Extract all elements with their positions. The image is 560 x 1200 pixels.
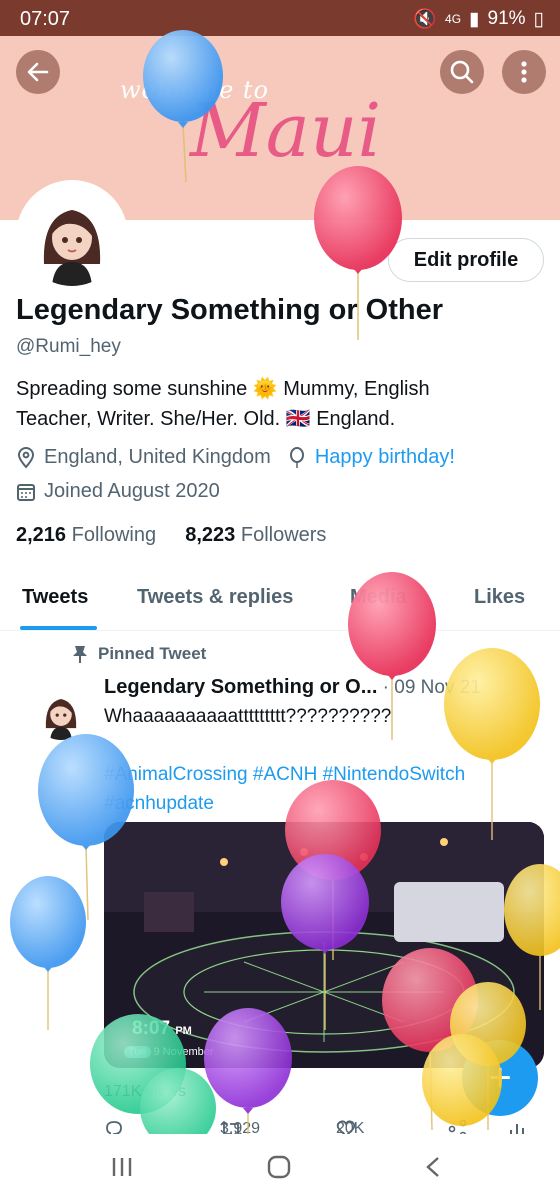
location-pin-icon	[17, 446, 35, 469]
avatar-image	[45, 698, 77, 740]
profile-tabs: Tweets Tweets & replies Media Likes	[0, 576, 560, 631]
media-clock-ampm: PM	[175, 1025, 192, 1037]
home-icon[interactable]	[266, 1154, 292, 1180]
tweet-author-avatar[interactable]	[34, 686, 88, 740]
hashtag-line[interactable]: #AnimalCrossing #ACNH #NintendoSwitch	[104, 760, 544, 789]
bio-line-1: Spreading some sunshine 🌞 Mummy, English	[16, 378, 430, 400]
follow-stats: 2,216 Following 8,223 Followers	[16, 524, 326, 547]
balloon	[10, 876, 86, 1030]
search-icon	[450, 60, 474, 84]
followers-link[interactable]: 8,223 Followers	[185, 524, 326, 546]
profile-meta-row: England, United Kingdom Happy birthday!	[16, 446, 455, 469]
tweet-date: · 09 Nov 21	[382, 677, 481, 698]
banner-title: Maui	[190, 88, 382, 174]
profile-joined-row: Joined August 2020	[16, 480, 220, 503]
following-link[interactable]: 2,216 Following	[16, 524, 156, 546]
tab-tweets-replies[interactable]: Tweets & replies	[137, 586, 293, 609]
media-clock-time: 8:07	[132, 1018, 171, 1039]
bio-line-2: Teacher, Writer. She/Her. Old. 🇬🇧 Englan…	[16, 408, 396, 430]
tweet-header: Legendary Something or O... · 09 Nov 21	[104, 676, 481, 699]
status-time: 07:07	[20, 8, 71, 30]
pin-icon	[73, 646, 87, 663]
battery-icon: ▯	[533, 8, 544, 30]
tweet-hashtags: #AnimalCrossing #ACNH #NintendoSwitch #a…	[104, 760, 544, 818]
profile-avatar[interactable]	[16, 180, 128, 292]
more-vertical-icon	[521, 61, 527, 83]
back-arrow-icon	[27, 62, 49, 82]
hashtag-line[interactable]: #acnhupdate	[104, 789, 544, 818]
tweet-author-name[interactable]: Legendary Something or O...	[104, 676, 377, 698]
battery-level: 91%	[487, 8, 526, 29]
tab-tweets[interactable]: Tweets	[22, 586, 88, 609]
balloon-icon	[289, 446, 304, 468]
profile-handle: @Rumi_hey	[16, 336, 121, 357]
status-bar: 07:07 🔇 4G ▮ 91% ▯	[0, 0, 560, 36]
tab-media[interactable]: Media	[350, 586, 407, 609]
birthday-link[interactable]: Happy birthday!	[315, 446, 455, 469]
more-options-button[interactable]	[502, 50, 546, 94]
pinned-label: Pinned Tweet	[72, 644, 206, 664]
signal-icon: ▮	[469, 8, 480, 30]
media-date: 9 November	[153, 1046, 214, 1058]
tab-likes[interactable]: Likes	[474, 586, 525, 609]
mute-icon: 🔇	[413, 9, 438, 30]
recent-apps-icon[interactable]	[110, 1156, 134, 1178]
edit-profile-button[interactable]: Edit profile	[388, 238, 544, 282]
profile-bio: Spreading some sunshine 🌞 Mummy, English…	[16, 374, 546, 434]
system-nav-bar	[0, 1134, 560, 1200]
back-button[interactable]	[16, 50, 60, 94]
profile-name: Legendary Something or Other	[16, 294, 443, 326]
profile-location: England, United Kingdom	[44, 446, 271, 468]
calendar-icon	[17, 483, 35, 501]
tweet-media[interactable]: 8:07 PM Tue 9 November	[104, 822, 544, 1068]
avatar-image	[43, 210, 101, 286]
compose-tweet-button[interactable]: +	[462, 1040, 538, 1116]
plus-icon: +	[488, 1055, 512, 1100]
tweet-views: 171K views	[104, 1083, 186, 1100]
profile-joined: Joined August 2020	[44, 480, 220, 502]
tweet-text: Whaaaaaaaaaattttttttt??????????	[104, 706, 392, 727]
search-button[interactable]	[440, 50, 484, 94]
active-tab-indicator	[20, 626, 97, 630]
back-icon[interactable]	[424, 1156, 442, 1178]
network-label: 4G	[445, 12, 462, 26]
media-day: Tue	[124, 1046, 151, 1058]
